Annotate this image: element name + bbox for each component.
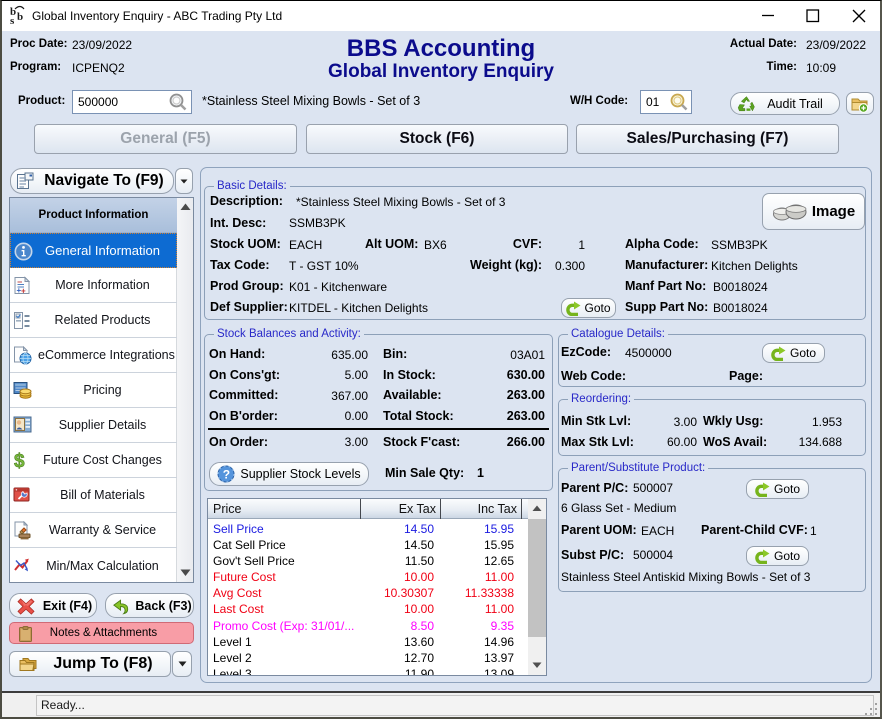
svg-text:+: + — [21, 287, 26, 296]
svg-text:s: s — [10, 15, 15, 27]
svg-text:?: ? — [223, 468, 230, 482]
svg-text:b: b — [17, 11, 23, 23]
svg-text:$: $ — [14, 451, 25, 471]
